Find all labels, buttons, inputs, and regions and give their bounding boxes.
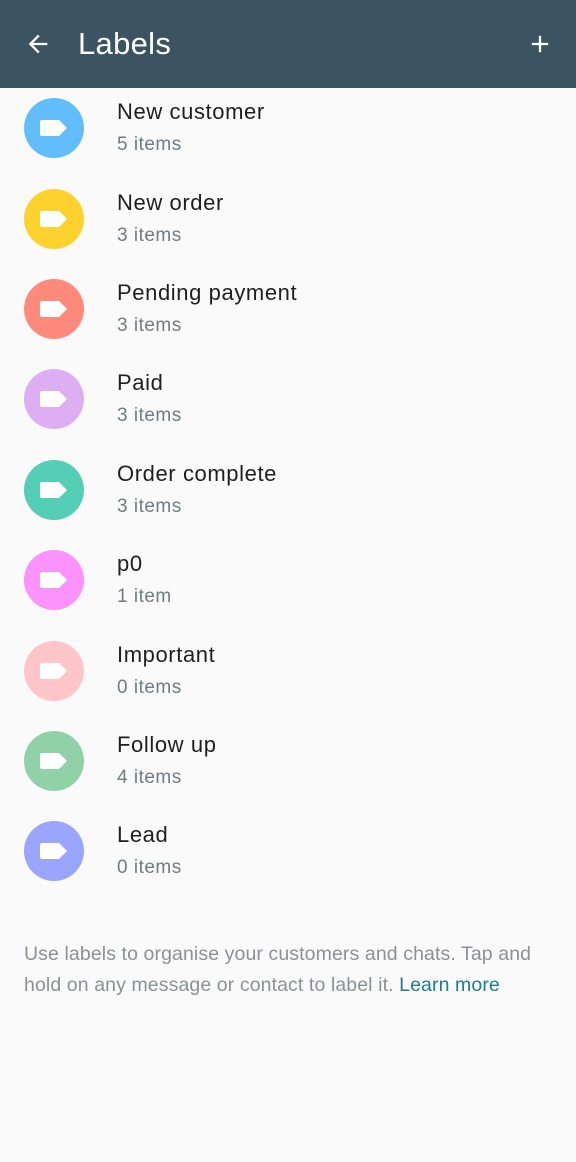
label-item-count: 3 items	[117, 224, 182, 246]
label-text-block: Important 0 items	[117, 641, 215, 701]
labels-list: New customer 5 items New order 3 items Pendi…	[0, 83, 576, 897]
label-row[interactable]: Paid 3 items	[0, 354, 576, 444]
label-avatar	[24, 730, 84, 791]
label-avatar	[24, 369, 84, 430]
labels-screen: Labels New customer 5 items New order 3 ite…	[0, 0, 576, 1162]
label-tag-icon	[40, 300, 67, 317]
plus-icon	[531, 35, 549, 53]
label-name: Lead	[117, 822, 169, 848]
label-name: p0	[117, 551, 143, 577]
label-text-block: p0 1 item	[117, 550, 172, 610]
label-tag-icon	[40, 481, 67, 498]
label-row[interactable]: Follow up 4 items	[0, 716, 576, 806]
label-row[interactable]: New order 3 items	[0, 173, 576, 263]
label-avatar	[24, 459, 84, 520]
label-item-count: 3 items	[117, 314, 182, 336]
label-item-count: 3 items	[117, 495, 182, 517]
label-text-block: Paid 3 items	[117, 369, 182, 429]
label-tag-icon	[40, 120, 67, 137]
app-bar: Labels	[0, 0, 576, 88]
label-row[interactable]: Lead 0 items	[0, 806, 576, 896]
label-tag-icon	[40, 210, 67, 227]
label-name: Follow up	[117, 731, 217, 757]
label-item-count: 3 items	[117, 405, 182, 427]
label-text-block: Follow up 4 items	[117, 731, 217, 791]
label-avatar	[24, 188, 84, 249]
label-tag-icon	[40, 752, 67, 769]
label-row[interactable]: Pending payment 3 items	[0, 264, 576, 354]
label-avatar	[24, 550, 84, 611]
label-avatar	[24, 640, 84, 701]
label-tag-icon	[40, 662, 67, 679]
add-label-button[interactable]	[518, 22, 562, 66]
label-avatar	[24, 278, 84, 339]
label-text-block: Lead 0 items	[117, 821, 182, 881]
label-text-block: Pending payment 3 items	[117, 279, 297, 339]
label-row[interactable]: New customer 5 items	[0, 83, 576, 173]
label-item-count: 4 items	[117, 766, 182, 788]
label-text-block: New customer 5 items	[117, 98, 265, 158]
label-text-block: Order complete 3 items	[117, 460, 277, 520]
label-row[interactable]: Order complete 3 items	[0, 445, 576, 535]
label-row[interactable]: Important 0 items	[0, 625, 576, 715]
arrow-left-icon	[28, 34, 48, 54]
label-item-count: 1 item	[117, 586, 172, 608]
label-item-count: 5 items	[117, 134, 182, 156]
label-name: New customer	[117, 99, 265, 125]
learn-more-link[interactable]: Learn more	[399, 974, 500, 996]
label-item-count: 0 items	[117, 676, 182, 698]
label-tag-icon	[40, 843, 67, 860]
label-item-count: 0 items	[117, 857, 182, 879]
label-name: Pending payment	[117, 279, 298, 305]
labels-help-text: Use labels to organise your customers an…	[24, 939, 552, 1001]
label-avatar	[24, 98, 84, 159]
label-avatar	[24, 821, 84, 882]
back-button[interactable]	[16, 22, 60, 66]
label-name: New order	[117, 189, 224, 215]
label-row[interactable]: p0 1 item	[0, 535, 576, 625]
label-text-block: New order 3 items	[117, 189, 224, 249]
label-tag-icon	[40, 572, 67, 589]
label-name: Important	[117, 641, 216, 667]
label-name: Paid	[117, 370, 164, 396]
label-tag-icon	[40, 391, 67, 408]
page-title: Labels	[78, 26, 172, 61]
label-name: Order complete	[117, 460, 278, 486]
